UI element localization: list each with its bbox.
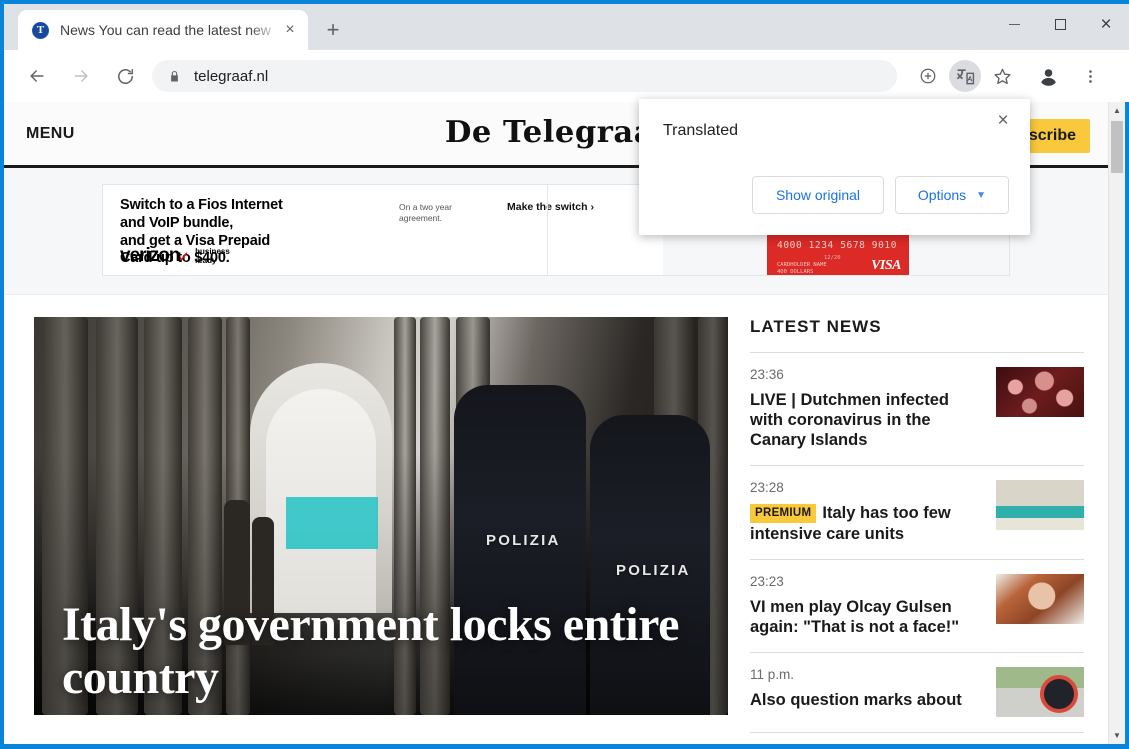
browser-tab[interactable]: T News You can read the latest new ×: [18, 10, 308, 50]
site-logo: De Telegraaf: [445, 115, 668, 150]
verizon-wordmark: verizon: [120, 245, 180, 267]
maximize-button[interactable]: [1037, 4, 1083, 44]
telegraaf-favicon: T: [32, 22, 49, 39]
ad-terms-text: On a two year agreement.: [399, 202, 452, 223]
profile-avatar-icon[interactable]: [1032, 60, 1064, 92]
menu-button[interactable]: MENU: [26, 125, 75, 143]
back-arrow-icon[interactable]: [20, 59, 54, 93]
translate-icon[interactable]: [949, 60, 981, 92]
news-item-text: 23:36 LIVE | Dutchmen infected with coron…: [750, 367, 982, 450]
tab-title: News You can read the latest new: [60, 22, 280, 38]
news-item-text: 11 p.m. Also question marks about: [750, 667, 982, 710]
news-list-item[interactable]: 23:36 LIVE | Dutchmen infected with coron…: [750, 353, 1084, 466]
news-item-thumbnail[interactable]: [996, 480, 1084, 530]
vertical-scrollbar[interactable]: ▲ ▼: [1108, 102, 1125, 744]
scroll-up-icon[interactable]: ▲: [1109, 102, 1125, 119]
news-item-title[interactable]: Also question marks about: [750, 690, 982, 710]
scrollbar-thumb[interactable]: [1111, 121, 1123, 173]
minimize-button[interactable]: [991, 4, 1037, 44]
verizon-tagline: business ready: [195, 248, 230, 265]
chevron-down-icon: ▼: [976, 190, 986, 201]
browser-window: T News You can read the latest new × + ×: [0, 0, 1129, 749]
hero-headline: Italy's government locks entire country: [62, 598, 704, 706]
news-item-title[interactable]: LIVE | Dutchmen infected with coronaviru…: [750, 390, 982, 450]
officer-label-right: POLIZIA: [616, 562, 691, 579]
news-item-time: 23:28: [750, 480, 982, 495]
add-circle-icon[interactable]: [912, 60, 944, 92]
close-icon[interactable]: ×: [280, 20, 300, 40]
news-list-item[interactable]: 11 p.m. Also question marks about: [750, 653, 1084, 733]
news-list-item[interactable]: 23:23 VI men play Olcay Gulsen again: "Th…: [750, 560, 1084, 653]
news-list: 23:36 LIVE | Dutchmen infected with coron…: [750, 353, 1084, 733]
visa-logo: VISA: [871, 258, 901, 274]
bookmark-star-icon[interactable]: [986, 60, 1018, 92]
close-icon[interactable]: ×: [988, 105, 1018, 135]
news-item-title[interactable]: VI men play Olcay Gulsen again: "That is…: [750, 597, 982, 637]
tab-strip: T News You can read the latest new × +: [4, 4, 1129, 50]
forward-arrow-icon[interactable]: [64, 59, 98, 93]
news-item-thumbnail[interactable]: [996, 367, 1084, 417]
ad-cta-link[interactable]: Make the switch ›: [507, 201, 594, 213]
show-original-button[interactable]: Show original: [752, 176, 884, 214]
translate-popup-title: Translated: [663, 122, 738, 140]
browser-toolbar: telegraaf.nl: [4, 50, 1129, 102]
three-dot-menu-icon[interactable]: [1074, 60, 1106, 92]
close-icon: ×: [1100, 15, 1111, 34]
premium-badge: PREMIUM: [750, 504, 816, 523]
close-window-button[interactable]: ×: [1083, 4, 1129, 44]
main-content: POLIZIA POLIZIA Italy's government locks…: [4, 295, 1108, 733]
new-tab-icon[interactable]: +: [316, 13, 350, 47]
translate-popup: Translated × Show original Options ▼: [639, 99, 1030, 235]
scroll-down-icon[interactable]: ▼: [1109, 727, 1125, 744]
maximize-icon: [1055, 19, 1066, 30]
card-holder: CARDHOLDER NAME 400 DOLLARS: [777, 262, 827, 276]
officer-label-left: POLIZIA: [486, 532, 561, 549]
news-item-text: 23:23 VI men play Olcay Gulsen again: "Th…: [750, 574, 982, 637]
hero-teal-sign: [286, 497, 378, 549]
options-button[interactable]: Options ▼: [895, 176, 1009, 214]
verizon-logo: verizon ✓ business ready: [120, 245, 230, 267]
news-item-thumbnail[interactable]: [996, 574, 1084, 624]
card-number: 4000 1234 5678 9010: [777, 240, 897, 251]
card-expiry: 12/20: [824, 255, 841, 261]
news-item-time: 11 p.m.: [750, 667, 982, 682]
address-bar[interactable]: telegraaf.nl: [152, 60, 897, 92]
options-label: Options: [918, 187, 966, 203]
news-item-time: 23:36: [750, 367, 982, 382]
news-item-text: 23:28 PREMIUMItaly has too few intensive …: [750, 480, 982, 543]
check-icon: ✓: [178, 248, 191, 266]
ad-divider: [547, 185, 548, 275]
latest-news-sidebar: LATEST NEWS 23:36 LIVE | Dutchmen infecte…: [750, 317, 1088, 733]
toolbar-actions: [907, 60, 1106, 92]
news-list-item[interactable]: 23:28 PREMIUMItaly has too few intensive …: [750, 466, 1084, 559]
window-controls: ×: [991, 4, 1129, 44]
reload-icon[interactable]: [108, 59, 142, 93]
news-item-time: 23:23: [750, 574, 982, 589]
url-text: telegraaf.nl: [194, 68, 268, 85]
latest-news-heading: LATEST NEWS: [750, 317, 1084, 353]
lock-icon: [168, 70, 181, 83]
news-item-thumbnail[interactable]: [996, 667, 1084, 717]
hero-article[interactable]: POLIZIA POLIZIA Italy's government locks…: [34, 317, 728, 715]
minimize-icon: [1009, 24, 1020, 25]
news-item-title[interactable]: PREMIUMItaly has too few intensive care …: [750, 503, 982, 543]
